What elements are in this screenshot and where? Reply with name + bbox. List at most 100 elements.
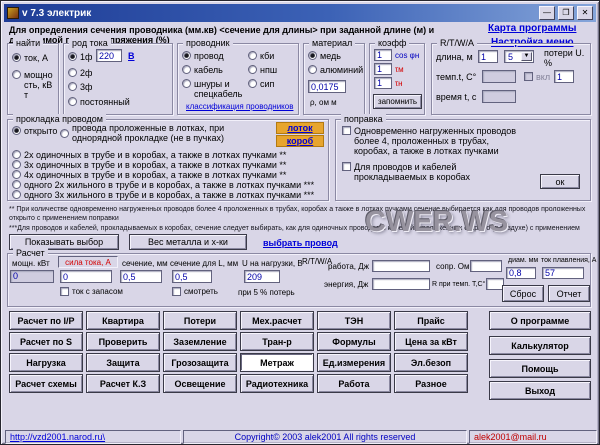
menu-button-calc-by-ip[interactable]: Расчет по I/P: [9, 311, 83, 330]
menu-button-formulas[interactable]: Формулы: [317, 332, 391, 351]
laying-option-one-3core[interactable]: одного 3х жильного в трубе и в коробах, …: [12, 190, 326, 200]
menu-button-el-safety[interactable]: Эл.безоп: [394, 353, 468, 372]
find-option-power[interactable]: мощность, кВт: [12, 70, 58, 100]
temp-on-checkbox[interactable]: вкл: [524, 72, 550, 82]
exit-button[interactable]: Выход: [489, 381, 591, 400]
menu-button-units[interactable]: Ед.измерения: [317, 353, 391, 372]
phase1-option[interactable]: 1ф: [68, 52, 92, 62]
kbi-option[interactable]: кби: [248, 51, 274, 61]
laying-option-2x[interactable]: 2х одиночных в трубе и в коробах, а такж…: [12, 150, 326, 160]
reset-button[interactable]: Сброс: [502, 285, 544, 302]
close-button[interactable]: ✕: [577, 6, 593, 20]
radio-icon: [12, 170, 21, 179]
resistivity-input[interactable]: [308, 80, 346, 93]
chevron-down-icon[interactable]: ▼: [521, 52, 532, 61]
choose-wire-link[interactable]: выбрать провод: [263, 238, 338, 248]
menu-button-misc[interactable]: Разное: [394, 374, 468, 393]
menu-button-work[interactable]: Работа: [317, 374, 391, 393]
laying-option-4x[interactable]: 4х одиночных в трубе и в коробах, а такж…: [12, 170, 326, 180]
site-link[interactable]: http://vzd2001.narod.ru\: [10, 431, 105, 443]
menu-button-losses[interactable]: Потери: [163, 311, 237, 330]
aluminum-option[interactable]: алюминий: [308, 65, 363, 75]
energy-input[interactable]: [372, 278, 430, 290]
watch-checkbox[interactable]: смотреть: [172, 287, 218, 297]
cords-option[interactable]: шнуры и спецкабель: [182, 79, 244, 99]
current-reserve-checkbox[interactable]: ток с запасом: [60, 287, 123, 297]
temp-display[interactable]: [482, 70, 516, 83]
help-button[interactable]: Помощь: [489, 359, 591, 378]
menu-button-lightning[interactable]: Грозозащита: [163, 353, 237, 372]
tau-n-input[interactable]: [374, 77, 392, 89]
conductor-classification-link[interactable]: классификация проводников: [186, 102, 293, 111]
menu-button-ten[interactable]: ТЭН: [317, 311, 391, 330]
length-combo[interactable]: 5 ▼: [504, 50, 534, 63]
checkbox-label: ток с запасом: [72, 287, 123, 297]
metal-weight-button[interactable]: Вес металла и х-ки: [129, 234, 247, 250]
length-input[interactable]: [478, 50, 498, 63]
menu-button-price-per-kw[interactable]: Цена за кВт: [394, 332, 468, 351]
power-display[interactable]: 0: [10, 270, 54, 283]
option-label: 2х одиночных в трубе и в коробах, а такж…: [24, 150, 286, 160]
menu-button-transformer[interactable]: Тран-р: [240, 332, 314, 351]
menu-button-grounding[interactable]: Заземление: [163, 332, 237, 351]
tray-link[interactable]: лоток: [276, 122, 324, 134]
time-display[interactable]: [482, 90, 516, 103]
menu-button-radio[interactable]: Радиотехника: [240, 374, 314, 393]
section-input[interactable]: [120, 270, 162, 283]
menu-button-protection[interactable]: Защита: [86, 353, 160, 372]
section-l-input[interactable]: [172, 270, 212, 283]
email-link[interactable]: alek2001@mail.ru: [474, 431, 547, 443]
phase2-option[interactable]: 2ф: [68, 68, 92, 78]
minimize-button[interactable]: —: [539, 6, 555, 20]
current-input[interactable]: [60, 270, 112, 283]
voltage-unit-link[interactable]: В: [128, 51, 135, 61]
menu-button-load[interactable]: Нагрузка: [9, 353, 83, 372]
tray-link-label: лоток: [287, 123, 312, 133]
about-button[interactable]: О программе: [489, 311, 591, 330]
laying-option-3x[interactable]: 3х одиночных в трубе и в коробах, а такж…: [12, 160, 326, 170]
tau-m-input[interactable]: [374, 63, 392, 75]
maximize-button[interactable]: ❐: [558, 6, 574, 20]
report-button[interactable]: Отчет: [548, 285, 590, 302]
phase3-option[interactable]: 3ф: [68, 82, 92, 92]
calculator-button[interactable]: Калькулятор: [489, 336, 591, 355]
wire-option[interactable]: провод: [182, 51, 224, 61]
ok-button[interactable]: ок: [540, 174, 580, 189]
menu-button-calc-by-s[interactable]: Расчет по S: [9, 332, 83, 351]
copper-option[interactable]: медь: [308, 51, 341, 61]
option-label: ток, А: [24, 53, 48, 63]
menu-button-apartment[interactable]: Квартира: [86, 311, 160, 330]
cos-phi-input[interactable]: [374, 49, 392, 61]
laying-option-one-2core[interactable]: одного 2х жильного в трубе и в коробах, …: [12, 180, 326, 190]
menu-button-check[interactable]: Проверить: [86, 332, 160, 351]
work-input[interactable]: [372, 260, 430, 272]
menu-button-short-circuit[interactable]: Расчет К.З: [86, 374, 160, 393]
radio-icon: [68, 52, 77, 61]
laying-open-option[interactable]: открыто: [12, 126, 57, 136]
box-link[interactable]: короб: [276, 135, 324, 147]
radio-icon: [12, 126, 21, 135]
menu-button-lighting[interactable]: Освещение: [163, 374, 237, 393]
menu-button-metrazh[interactable]: Метраж: [240, 353, 314, 372]
sip-option[interactable]: сип: [248, 79, 274, 89]
melting-input[interactable]: [542, 267, 584, 279]
menu-button-price[interactable]: Прайс: [394, 311, 468, 330]
dc-option[interactable]: постоянный: [68, 97, 130, 107]
resistance-input[interactable]: [470, 260, 502, 272]
program-map-link[interactable]: Карта программы: [488, 24, 576, 34]
remember-button[interactable]: запомнить: [373, 94, 422, 109]
menu-button-mech-calc[interactable]: Мех.расчет: [240, 311, 314, 330]
diameter-input[interactable]: [506, 267, 536, 279]
loss-input[interactable]: [554, 70, 574, 83]
load-voltage-input[interactable]: [244, 270, 280, 283]
cable-option[interactable]: кабель: [182, 65, 223, 75]
option-label: 4х одиночных в трубе и в коробах, а такж…: [24, 170, 286, 180]
voltage-input[interactable]: [96, 49, 122, 62]
checkbox-icon: [342, 126, 351, 135]
find-option-current[interactable]: ток, А: [12, 53, 58, 63]
laying-tray-option[interactable]: провода проложенные в лотках, при одноря…: [60, 123, 270, 143]
correction-check-1[interactable]: Одновременно нагруженных проводов более …: [342, 126, 530, 156]
menu-button-circuit-calc[interactable]: Расчет схемы: [9, 374, 83, 393]
correction-check-2[interactable]: Для проводов и кабелей прокладываемых в …: [342, 162, 530, 182]
npsh-option[interactable]: нпш: [248, 65, 277, 75]
